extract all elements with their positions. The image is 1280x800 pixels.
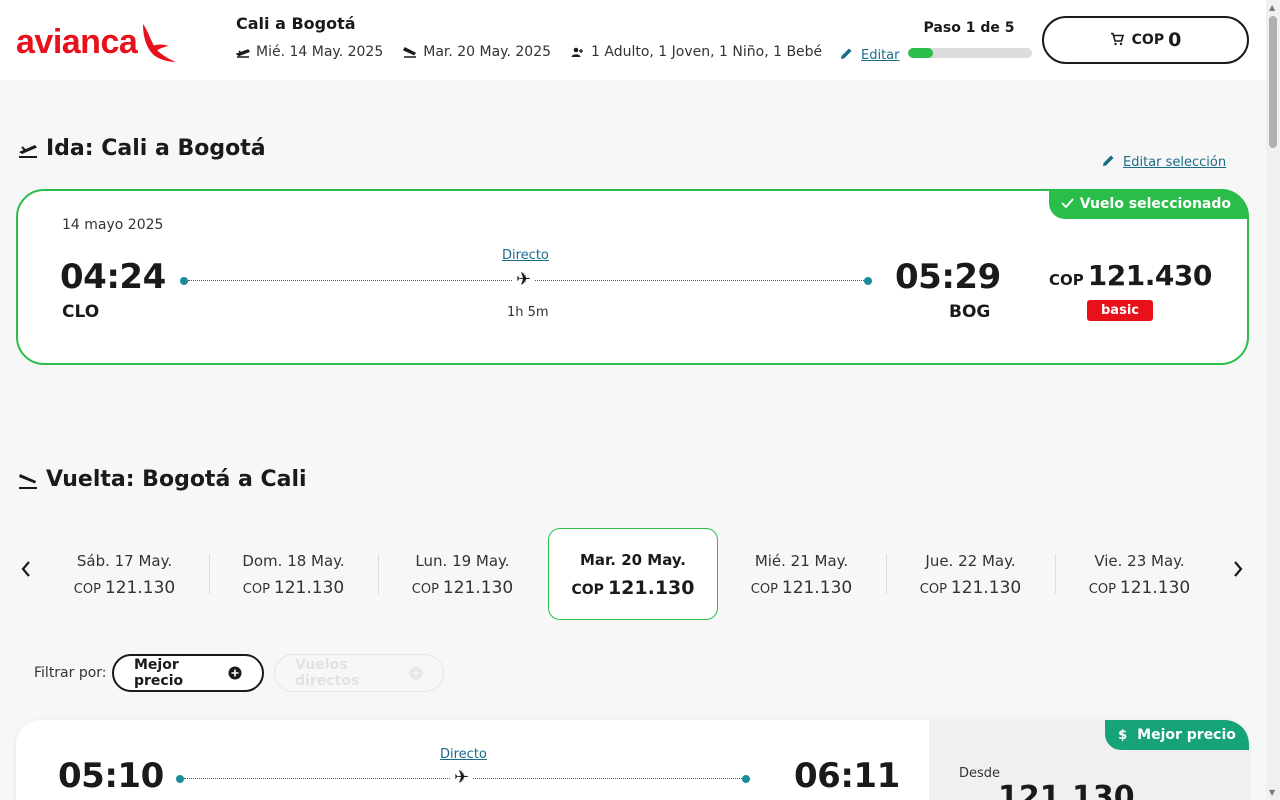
bird-icon (143, 24, 177, 62)
booking-progress: Paso 1 de 5 (908, 20, 1032, 58)
departure-time: 05:10 (58, 756, 164, 796)
takeoff-icon (18, 140, 38, 158)
origin-dot (180, 277, 188, 285)
departure-time: 04:24 (60, 257, 166, 297)
selected-flight-card[interactable]: Vuelo seleccionado 14 mayo 2025 04:24 CL… (16, 189, 1249, 365)
avianca-logo[interactable]: avianca (16, 22, 177, 64)
arrival-time: 05:29 (895, 257, 1001, 297)
outbound-section-title: Ida: Cali a Bogotá (18, 136, 266, 161)
from-label: Desde (959, 766, 1001, 781)
check-icon (1061, 196, 1074, 212)
date-option[interactable]: Vie. 23 May. COP 121.130 (1055, 552, 1224, 600)
date-option[interactable]: Lun. 19 May. COP 121.130 (378, 552, 547, 600)
flight-result-card[interactable]: $ Mejor precio 05:10 Directo ✈ 06:11 Des… (16, 720, 1249, 800)
departure-airport: CLO (62, 302, 100, 322)
plane-icon: ✈ (450, 768, 474, 788)
chevron-left-icon[interactable] (20, 559, 32, 584)
selected-flight-badge: Vuelo seleccionado (1048, 189, 1249, 219)
top-header: avianca Cali a Bogotá Mié. 14 May. 2025 … (0, 0, 1266, 80)
flight-date: 14 mayo 2025 (62, 217, 164, 233)
scroll-down-icon[interactable]: ▼ (1269, 788, 1275, 797)
destination-dot (864, 277, 872, 285)
passengers-summary: 1 Adulto, 1 Joven, 1 Niño, 1 Bebé (571, 44, 822, 60)
landing-icon (403, 46, 417, 58)
fare-type-badge: basic (1087, 300, 1153, 321)
plus-circle-icon (228, 666, 242, 680)
origin-dot (176, 775, 184, 783)
arrival-time: 06:11 (794, 756, 900, 796)
cart-icon (1110, 31, 1124, 50)
date-option[interactable]: Jue. 22 May. COP 121.130 (886, 552, 1055, 600)
cart-button[interactable]: COP 0 (1042, 16, 1249, 64)
logo-text: avianca (16, 23, 138, 61)
date-option[interactable]: Sáb. 17 May. COP 121.130 (40, 552, 209, 600)
date-option[interactable]: Mié. 21 May. COP 121.130 (717, 552, 886, 600)
date-option-selected[interactable]: Mar. 20 May. COP 121.130 (548, 528, 718, 620)
passengers-icon (571, 46, 585, 58)
scroll-up-icon[interactable]: ▲ (1269, 3, 1275, 12)
plane-icon: ✈ (512, 270, 536, 290)
takeoff-icon (236, 46, 250, 58)
flight-price: COP 121.430 (1049, 259, 1212, 292)
pencil-icon (840, 47, 853, 64)
progress-bar (908, 48, 1032, 58)
return-section-title: Vuelta: Bogotá a Cali (18, 467, 307, 492)
direct-flight-link[interactable]: Directo (440, 747, 487, 762)
edit-search-link[interactable]: Editar (840, 47, 900, 64)
chevron-right-icon[interactable] (1232, 559, 1244, 584)
step-label: Paso 1 de 5 (923, 20, 1015, 36)
date-option[interactable]: Dom. 18 May. COP 121.130 (209, 552, 378, 600)
best-price-badge: $ Mejor precio (1105, 720, 1249, 750)
best-price-filter-button[interactable]: Mejor precio (112, 654, 264, 692)
page-scrollbar[interactable]: ▲ ▼ (1266, 0, 1280, 800)
return-date: Mar. 20 May. 2025 (403, 44, 551, 60)
flight-duration: 1h 5m (507, 305, 549, 320)
pencil-icon (1102, 154, 1115, 171)
direct-flights-filter-button[interactable]: Vuelos directos (274, 654, 444, 692)
scroll-thumb[interactable] (1269, 16, 1277, 148)
direct-flight-link[interactable]: Directo (502, 248, 549, 263)
trip-summary: Mié. 14 May. 2025 Mar. 20 May. 2025 1 Ad… (236, 44, 842, 60)
plus-circle-icon (409, 666, 423, 680)
departure-date: Mié. 14 May. 2025 (236, 44, 383, 60)
progress-fill (908, 48, 933, 58)
from-price: 121.130 (998, 780, 1135, 800)
landing-icon (18, 471, 38, 489)
filter-label: Filtrar por: (34, 665, 107, 681)
arrival-airport: BOG (949, 302, 991, 322)
route-title: Cali a Bogotá (236, 14, 356, 33)
edit-selection-link[interactable]: Editar selección (1102, 154, 1226, 171)
dollar-icon: $ (1118, 727, 1128, 743)
destination-dot (742, 775, 750, 783)
